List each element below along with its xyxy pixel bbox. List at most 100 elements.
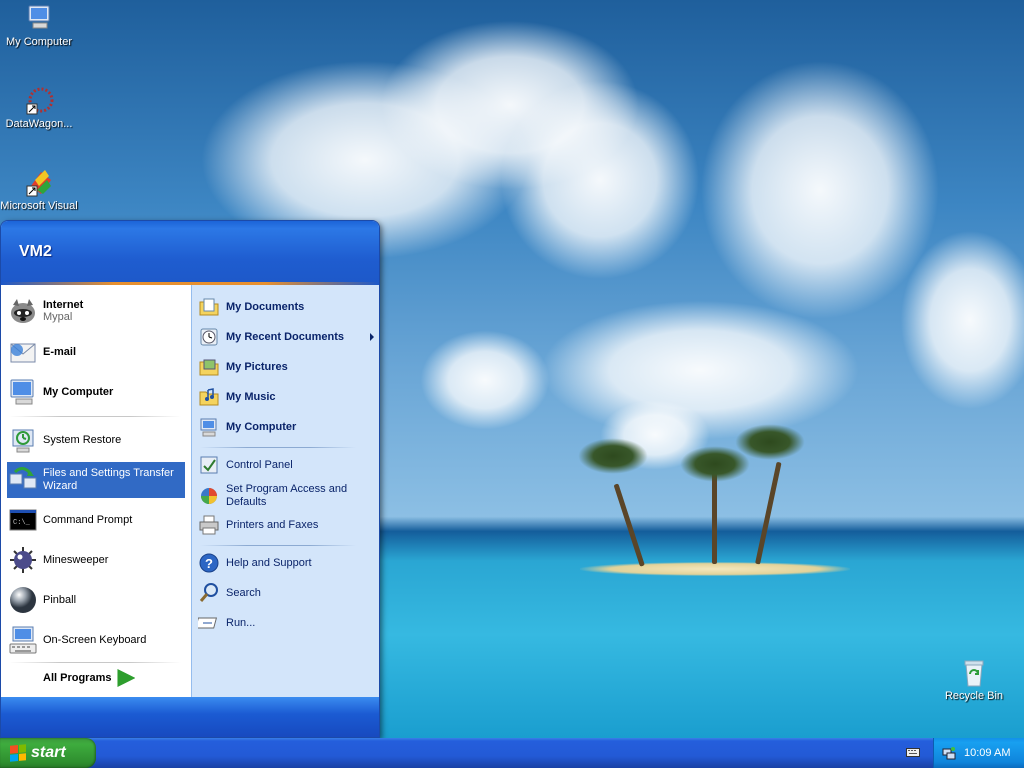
visual-studio-shortcut-icon xyxy=(23,166,55,198)
menu-item-label: Printers and Faxes xyxy=(226,519,319,531)
menu-separator xyxy=(200,545,356,546)
menu-item-system-restore[interactable]: System Restore xyxy=(7,423,185,457)
menu-item-on-screen-keyboard[interactable]: On-Screen Keyboard xyxy=(7,623,185,657)
start-button[interactable]: start xyxy=(0,738,96,768)
menu-item-label: Set Program Access and Defaults xyxy=(226,483,348,508)
system-restore-icon xyxy=(7,424,39,456)
menu-item-set-program-access[interactable]: Set Program Access and Defaults xyxy=(198,481,374,511)
wallpaper-cloud xyxy=(900,230,1024,410)
menu-item-email[interactable]: E-mail xyxy=(7,335,185,369)
windows-flag-icon xyxy=(10,744,26,762)
search-icon xyxy=(198,582,220,604)
system-tray: 10:09 AM xyxy=(933,738,1024,768)
menu-item-label: Help and Support xyxy=(226,557,312,569)
desktop-icon-label: DataWagon... xyxy=(5,118,73,130)
desktop-icon-datawagon[interactable]: DataWagon... xyxy=(0,84,78,130)
desktop-icon-label: Recycle Bin xyxy=(944,690,1004,702)
help-icon: ? xyxy=(198,552,220,574)
desktop-icon-microsoft-visual[interactable]: Microsoft Visual xyxy=(0,166,78,212)
start-menu-header: VM2 xyxy=(1,221,379,285)
folder-documents-icon xyxy=(198,296,220,318)
menu-item-sublabel: Mypal xyxy=(43,311,73,323)
computer-icon xyxy=(23,2,55,34)
menu-item-my-computer-right[interactable]: My Computer xyxy=(198,415,374,439)
wallpaper-cloud xyxy=(500,80,700,280)
menu-item-my-computer[interactable]: My Computer xyxy=(7,375,185,409)
all-programs-label: All Programs xyxy=(43,672,112,684)
menu-item-internet[interactable]: Internet Mypal xyxy=(7,293,185,329)
email-icon xyxy=(7,336,39,368)
menu-item-run[interactable]: Run... xyxy=(195,611,374,635)
menu-item-pinball[interactable]: Pinball xyxy=(7,583,185,617)
raccoon-browser-icon xyxy=(7,295,39,327)
palm-leaves xyxy=(578,438,648,474)
menu-item-label: On-Screen Keyboard xyxy=(43,634,147,646)
computer-icon xyxy=(7,376,39,408)
palm-leaves xyxy=(735,424,805,460)
svg-text:C:\_: C:\_ xyxy=(13,519,31,527)
datawagon-shortcut-icon xyxy=(23,84,55,116)
clock[interactable]: 10:09 AM xyxy=(964,747,1010,759)
menu-separator xyxy=(9,662,181,663)
menu-item-label: Control Panel xyxy=(226,459,293,471)
recent-documents-icon xyxy=(198,326,220,348)
run-icon xyxy=(195,612,220,634)
menu-item-label: Internet xyxy=(43,299,84,311)
menu-item-label: My Music xyxy=(226,391,276,403)
menu-item-label: My Recent Documents xyxy=(226,331,344,343)
menu-item-minesweeper[interactable]: Minesweeper xyxy=(7,543,185,577)
menu-item-my-recent-documents[interactable]: My Recent Documents xyxy=(198,325,374,349)
taskbar: start 10:09 AM xyxy=(0,738,1024,768)
menu-item-label: Search xyxy=(226,587,261,599)
program-access-icon xyxy=(198,485,220,507)
desktop-icon-label: My Computer xyxy=(5,36,73,48)
menu-item-label: Command Prompt xyxy=(43,514,133,526)
all-programs-button[interactable]: All Programs xyxy=(43,669,136,687)
palm-trunk xyxy=(755,461,782,565)
desktop[interactable]: My Computer DataWagon... Microsoft Visua… xyxy=(0,0,1024,738)
menu-item-my-music[interactable]: My Music xyxy=(198,385,374,409)
start-label: start xyxy=(31,744,66,761)
palm-trunk xyxy=(613,483,645,567)
menu-item-control-panel[interactable]: Control Panel xyxy=(198,453,374,477)
menu-item-label: My Computer xyxy=(43,386,114,398)
start-menu-right-column: My Documents My Recent Documents My Pict… xyxy=(191,285,379,697)
menu-item-search[interactable]: Search xyxy=(198,581,374,605)
menu-item-printers-faxes[interactable]: Printers and Faxes xyxy=(198,513,374,537)
keyboard-layout-icon[interactable] xyxy=(906,746,920,758)
folder-music-icon xyxy=(198,386,220,408)
start-menu: VM2 Internet Mypal E-mail My Computer Sy… xyxy=(0,220,380,738)
submenu-arrow-icon xyxy=(370,333,374,341)
menu-item-label: My Pictures xyxy=(226,361,288,373)
desktop-icon-my-computer[interactable]: My Computer xyxy=(0,2,78,48)
menu-item-label: Files and Settings Transfer Wizard xyxy=(43,467,174,492)
network-icon[interactable] xyxy=(942,746,956,760)
menu-item-label: Run... xyxy=(226,617,256,629)
desktop-icon-label: Microsoft Visual xyxy=(0,200,78,212)
menu-item-label: Pinball xyxy=(43,594,77,606)
wallpaper-island xyxy=(580,562,850,576)
menu-item-help-support[interactable]: ? Help and Support xyxy=(198,551,374,575)
green-arrow-icon xyxy=(117,669,136,687)
wallpaper-cloud xyxy=(700,60,940,320)
recycle-bin-icon xyxy=(958,656,990,688)
keyboard-icon xyxy=(7,624,39,656)
menu-separator xyxy=(9,416,181,417)
menu-item-my-pictures[interactable]: My Pictures xyxy=(198,355,374,379)
wallpaper-cloud xyxy=(420,330,550,430)
menu-item-label: System Restore xyxy=(43,434,122,446)
user-name: VM2 xyxy=(19,243,52,260)
printer-icon xyxy=(198,514,220,536)
computer-icon xyxy=(198,416,220,438)
menu-item-label: My Documents xyxy=(226,301,305,313)
folder-pictures-icon xyxy=(198,356,220,378)
pinball-icon xyxy=(7,584,39,616)
start-menu-footer xyxy=(1,697,379,737)
control-panel-icon xyxy=(198,454,220,476)
menu-item-files-settings-transfer[interactable]: Files and Settings Transfer Wizard xyxy=(7,462,185,498)
menu-item-label: My Computer xyxy=(226,421,297,433)
desktop-icon-recycle-bin[interactable]: Recycle Bin xyxy=(935,656,1013,702)
menu-item-my-documents[interactable]: My Documents xyxy=(198,295,374,319)
menu-item-command-prompt[interactable]: C:\_ Command Prompt xyxy=(7,503,185,537)
menu-separator xyxy=(200,447,356,448)
